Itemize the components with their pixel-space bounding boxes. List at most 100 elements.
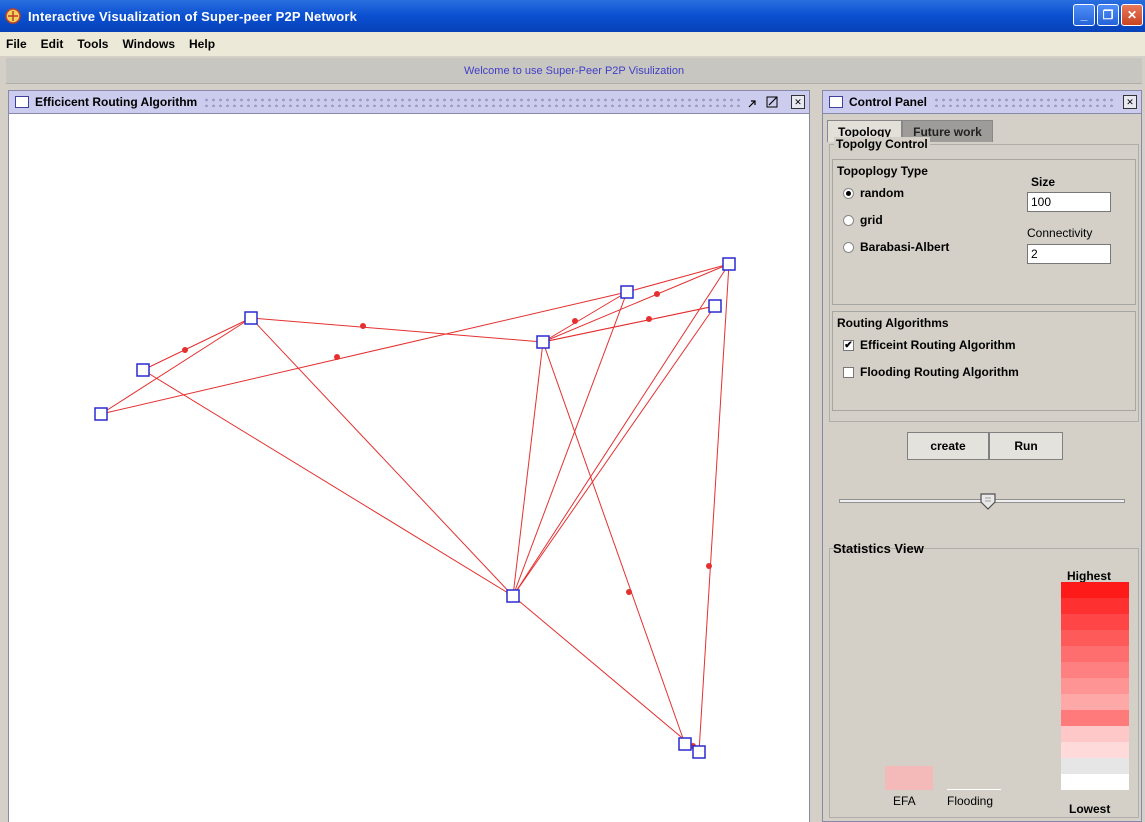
routing-frame-title: Efficicent Routing Algorithm bbox=[35, 95, 198, 109]
radio-grid-indicator[interactable] bbox=[843, 214, 854, 226]
connectivity-label: Connectivity bbox=[1027, 226, 1093, 240]
routing-close-icon[interactable]: ✕ bbox=[791, 95, 805, 109]
radio-random-label: random bbox=[860, 186, 905, 200]
message-dot bbox=[706, 563, 712, 569]
size-input[interactable] bbox=[1027, 192, 1111, 212]
scale-cell bbox=[1061, 678, 1129, 694]
scale-cell bbox=[1061, 742, 1129, 758]
network-edge bbox=[100, 291, 628, 415]
highest-label: Highest bbox=[1067, 569, 1112, 583]
routing-algorithms-group: Routing Algorithms ✔ Efficeint Routing A… bbox=[832, 311, 1136, 411]
app-icon bbox=[5, 8, 21, 24]
peer-node[interactable] bbox=[94, 407, 108, 421]
network-edge bbox=[512, 305, 716, 597]
menu-tools[interactable]: Tools bbox=[77, 37, 108, 51]
menu-file[interactable]: File bbox=[6, 37, 27, 51]
color-scale-legend bbox=[1061, 582, 1129, 790]
flooding-check-box[interactable] bbox=[843, 366, 854, 378]
message-dot bbox=[654, 291, 660, 297]
network-edge bbox=[512, 291, 628, 597]
title-bar[interactable]: Interactive Visualization of Super-peer … bbox=[0, 0, 1145, 32]
topology-type-label: Topoplogy Type bbox=[837, 164, 928, 178]
network-edge bbox=[542, 341, 686, 745]
minimize-button[interactable]: _ bbox=[1073, 4, 1095, 26]
peer-node[interactable] bbox=[536, 335, 550, 349]
title-grip bbox=[203, 97, 741, 107]
network-edge bbox=[542, 305, 716, 343]
network-edge bbox=[512, 595, 700, 753]
scale-cell bbox=[1061, 662, 1129, 678]
message-dot bbox=[572, 318, 578, 324]
routing-algorithms-label: Routing Algorithms bbox=[837, 316, 949, 330]
radio-random[interactable]: random bbox=[843, 186, 904, 200]
create-button[interactable]: create bbox=[907, 432, 989, 460]
message-dot bbox=[646, 316, 652, 322]
peer-node[interactable] bbox=[722, 257, 736, 271]
topology-control-group: Topolgy Control Topoplogy Type random gr… bbox=[829, 137, 1139, 422]
efficient-routing-label: Efficeint Routing Algorithm bbox=[860, 338, 1016, 352]
network-edge bbox=[512, 341, 544, 597]
run-button[interactable]: Run bbox=[989, 432, 1063, 460]
network-edge bbox=[542, 291, 628, 343]
statistics-title: Statistics View bbox=[833, 541, 924, 556]
scale-cell bbox=[1061, 774, 1129, 790]
window-title: Interactive Visualization of Super-peer … bbox=[28, 8, 358, 24]
checkbox-efficient-routing[interactable]: ✔ Efficeint Routing Algorithm bbox=[843, 338, 1016, 352]
topology-control-label: Topolgy Control bbox=[834, 137, 930, 151]
peer-node[interactable] bbox=[708, 299, 722, 313]
scale-cell bbox=[1061, 694, 1129, 710]
network-edge bbox=[250, 317, 514, 597]
efa-bar bbox=[885, 766, 933, 790]
radio-barabasi-label: Barabasi-Albert bbox=[860, 240, 950, 254]
network-edge bbox=[100, 317, 252, 415]
menu-help[interactable]: Help bbox=[189, 37, 215, 51]
network-graph bbox=[94, 257, 736, 759]
message-dot bbox=[334, 354, 340, 360]
slider-thumb-icon[interactable] bbox=[979, 492, 997, 510]
scale-cell bbox=[1061, 598, 1129, 614]
lowest-label: Lowest bbox=[1069, 802, 1111, 816]
title-grip bbox=[933, 97, 1117, 107]
frame-icon bbox=[829, 96, 843, 108]
peer-node[interactable] bbox=[136, 363, 150, 377]
radio-barabasi-albert[interactable]: Barabasi-Albert bbox=[843, 240, 949, 254]
resize-icons[interactable] bbox=[747, 95, 783, 109]
size-label: Size bbox=[1031, 175, 1056, 189]
menu-windows[interactable]: Windows bbox=[122, 37, 175, 51]
message-dot bbox=[360, 323, 366, 329]
peer-node[interactable] bbox=[678, 737, 692, 751]
control-panel-body: Topology Future work Topolgy Control Top… bbox=[822, 114, 1142, 822]
peer-node[interactable] bbox=[244, 311, 258, 325]
close-button[interactable]: ✕ bbox=[1121, 4, 1143, 26]
connectivity-input[interactable] bbox=[1027, 244, 1111, 264]
network-edge bbox=[142, 317, 252, 371]
menu-bar: File Edit Tools Windows Help bbox=[0, 32, 1145, 56]
flooding-bar bbox=[947, 789, 1001, 790]
routing-frame-header[interactable]: Efficicent Routing Algorithm ✕ bbox=[8, 90, 810, 114]
peer-node[interactable] bbox=[620, 285, 634, 299]
radio-barabasi-indicator[interactable] bbox=[843, 241, 854, 253]
radio-grid[interactable]: grid bbox=[843, 213, 883, 227]
efficient-check-icon[interactable]: ✔ bbox=[843, 339, 854, 351]
network-edge bbox=[512, 263, 730, 597]
control-panel-close-icon[interactable]: ✕ bbox=[1123, 95, 1137, 109]
maximize-button[interactable]: ❐ bbox=[1097, 4, 1119, 26]
control-panel-header[interactable]: Control Panel ✕ bbox=[822, 90, 1142, 114]
radio-grid-label: grid bbox=[860, 213, 883, 227]
scale-cell bbox=[1061, 630, 1129, 646]
scale-cell bbox=[1061, 646, 1129, 662]
control-panel-title: Control Panel bbox=[849, 95, 928, 109]
network-edge bbox=[142, 369, 514, 597]
scale-cell bbox=[1061, 726, 1129, 742]
efa-label: EFA bbox=[893, 794, 916, 808]
welcome-banner: Welcome to use Super-Peer P2P Visulizati… bbox=[6, 58, 1142, 84]
peer-node[interactable] bbox=[506, 589, 520, 603]
peer-node[interactable] bbox=[692, 745, 706, 759]
network-canvas[interactable] bbox=[8, 114, 810, 822]
radio-random-indicator[interactable] bbox=[843, 187, 854, 199]
network-edge bbox=[542, 263, 730, 343]
menu-edit[interactable]: Edit bbox=[41, 37, 64, 51]
checkbox-flooding-routing[interactable]: Flooding Routing Algorithm bbox=[843, 365, 1019, 379]
scale-cell bbox=[1061, 758, 1129, 774]
message-dot bbox=[182, 347, 188, 353]
